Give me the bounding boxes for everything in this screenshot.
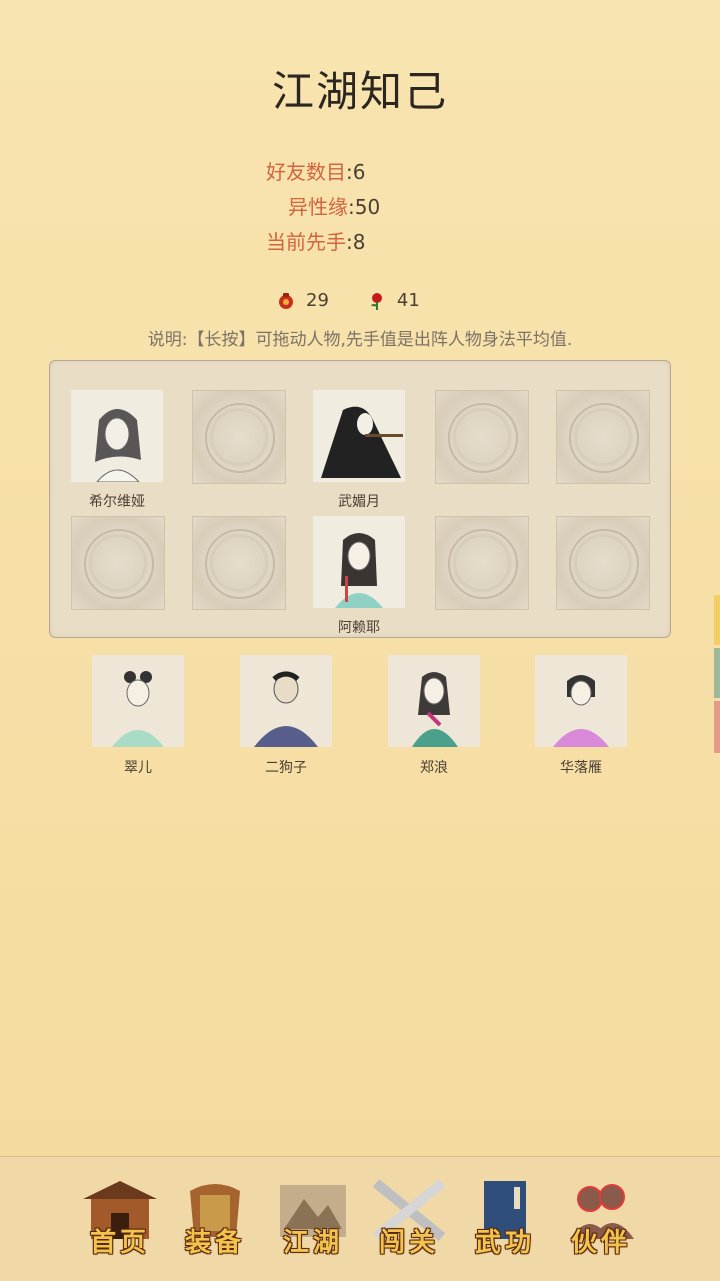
stat-label: 异性缘 bbox=[288, 195, 348, 219]
side-strip-green bbox=[714, 648, 720, 698]
bench-name: 二狗子 bbox=[265, 760, 307, 776]
stat-friends: 好友数目:6 bbox=[266, 160, 366, 184]
character-name: 希尔维娅 bbox=[89, 494, 145, 510]
character-portrait[interactable] bbox=[313, 516, 405, 608]
nav-home[interactable]: 首页 bbox=[77, 1175, 163, 1261]
bench-name: 华落雁 bbox=[560, 760, 602, 776]
nav-label: 伙伴 bbox=[570, 1228, 631, 1258]
nav-partners[interactable]: 伙伴 bbox=[558, 1175, 644, 1261]
nav-label: 江湖 bbox=[282, 1228, 343, 1258]
currency-value: 41 bbox=[396, 290, 420, 311]
bench-portrait[interactable] bbox=[535, 655, 627, 747]
character-name: 武媚月 bbox=[338, 494, 380, 510]
stat-initiative: 当前先手:8 bbox=[266, 230, 366, 254]
formation-panel: 希尔维娅 武媚月 阿赖耶 bbox=[49, 360, 671, 638]
bench-portrait[interactable] bbox=[92, 655, 184, 747]
bottom-nav: 首页 装备 江湖 闯关 武功 伙伴 bbox=[0, 1156, 720, 1281]
bench-name: 郑浪 bbox=[420, 760, 448, 776]
nav-challenge[interactable]: 闯关 bbox=[366, 1175, 452, 1261]
nav-equipment[interactable]: 装备 bbox=[172, 1175, 258, 1261]
character-portrait[interactable] bbox=[313, 390, 405, 482]
instructions-note: 说明:【长按】可拖动人物,先手值是出阵人物身法平均值. bbox=[147, 330, 573, 350]
empty-slot[interactable] bbox=[192, 516, 286, 610]
currency-value: 29 bbox=[306, 290, 329, 311]
currency-rose: 41 bbox=[367, 290, 420, 311]
nav-label: 闯关 bbox=[378, 1228, 439, 1258]
empty-slot[interactable] bbox=[435, 390, 529, 484]
empty-slot[interactable] bbox=[556, 516, 650, 610]
character-portrait[interactable] bbox=[71, 390, 163, 482]
page-title: 江湖知己 bbox=[271, 67, 448, 116]
rose-icon bbox=[371, 292, 382, 310]
stat-value: 50 bbox=[354, 195, 381, 219]
stat-charm: 异性缘:50 bbox=[288, 195, 381, 219]
empty-slot[interactable] bbox=[71, 516, 165, 610]
nav-label: 武功 bbox=[474, 1228, 535, 1258]
bench-portrait[interactable] bbox=[388, 655, 480, 747]
red-pouch-icon bbox=[279, 292, 293, 309]
stat-label: 当前先手 bbox=[266, 230, 346, 254]
empty-slot[interactable] bbox=[435, 516, 529, 610]
bench-portrait[interactable] bbox=[240, 655, 332, 747]
nav-label: 装备 bbox=[184, 1228, 245, 1258]
empty-slot[interactable] bbox=[192, 390, 286, 484]
nav-label: 首页 bbox=[89, 1228, 150, 1258]
side-strip-red bbox=[714, 701, 720, 753]
nav-martial-arts[interactable]: 武功 bbox=[462, 1175, 548, 1261]
stat-label: 好友数目 bbox=[266, 160, 346, 184]
empty-slot[interactable] bbox=[556, 390, 650, 484]
currency-pouch: 29 bbox=[276, 290, 329, 311]
side-strip-yellow bbox=[714, 595, 720, 645]
character-name: 阿赖耶 bbox=[338, 620, 380, 636]
currency-bar: 29 41 bbox=[276, 290, 458, 311]
bench-name: 翠儿 bbox=[124, 760, 152, 776]
stat-value: 6 bbox=[352, 160, 366, 184]
stat-value: 8 bbox=[352, 230, 366, 254]
nav-jianghu[interactable]: 江湖 bbox=[270, 1175, 356, 1261]
